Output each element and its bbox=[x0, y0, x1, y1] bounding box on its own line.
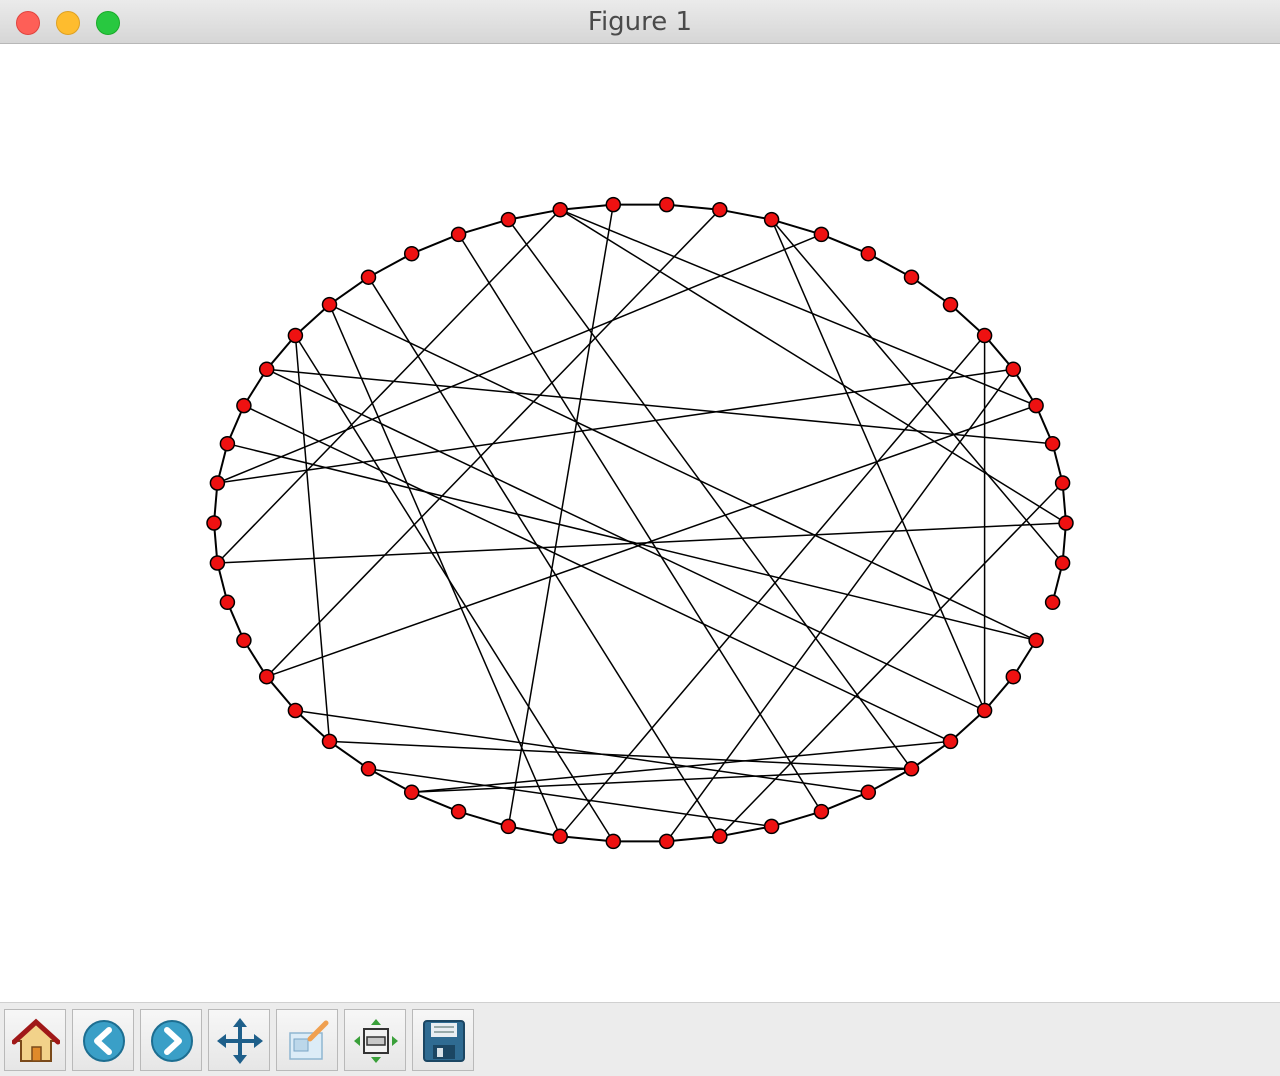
graph-edge bbox=[771, 218, 822, 236]
forward-arrow-icon bbox=[151, 1020, 193, 1062]
graph-node bbox=[763, 818, 780, 835]
graph-node bbox=[942, 296, 959, 313]
graph-node bbox=[450, 226, 467, 243]
graph-edge bbox=[458, 810, 509, 828]
pan-arrows-icon bbox=[217, 1018, 263, 1064]
graph-node bbox=[258, 361, 275, 378]
configure-subplots-button[interactable] bbox=[344, 1009, 406, 1071]
graph-edge bbox=[770, 219, 986, 711]
graph-node bbox=[236, 397, 252, 414]
graph-node bbox=[658, 196, 675, 213]
graph-node bbox=[500, 818, 517, 835]
graph-edge bbox=[217, 368, 1014, 484]
graph-node bbox=[500, 211, 517, 228]
graph-node bbox=[1005, 668, 1022, 685]
graph-node bbox=[1044, 435, 1061, 452]
graph-node bbox=[605, 196, 622, 213]
graph-node bbox=[450, 803, 467, 820]
graph-node bbox=[1028, 632, 1044, 649]
graph-node bbox=[219, 594, 236, 611]
home-button[interactable] bbox=[4, 1009, 66, 1071]
graph-node bbox=[1044, 594, 1061, 611]
pan-button[interactable] bbox=[208, 1009, 270, 1071]
graph-node bbox=[1054, 555, 1071, 571]
figure-window: Figure 1 bbox=[0, 0, 1280, 1076]
back-button[interactable] bbox=[72, 1009, 134, 1071]
network-graph bbox=[206, 196, 1074, 850]
graph-edge bbox=[216, 209, 561, 564]
graph-edge bbox=[771, 219, 1064, 564]
graph-node bbox=[209, 475, 226, 491]
graph-edge bbox=[227, 442, 1037, 642]
graph-node bbox=[360, 269, 377, 285]
graph-edge bbox=[666, 835, 720, 843]
graph-node bbox=[903, 269, 920, 285]
title-bar[interactable]: Figure 1 bbox=[0, 0, 1280, 44]
graph-edge bbox=[217, 233, 822, 484]
graph-edge bbox=[367, 276, 721, 837]
graph-node bbox=[942, 733, 959, 750]
graph-node bbox=[813, 226, 830, 243]
graph-node bbox=[321, 296, 338, 313]
subplots-icon bbox=[354, 1019, 398, 1063]
graph-edge bbox=[560, 835, 614, 843]
graph-edge bbox=[508, 825, 561, 838]
graph-node bbox=[860, 245, 877, 262]
graph-edge bbox=[560, 203, 614, 211]
home-icon bbox=[12, 1018, 60, 1062]
graph-node bbox=[287, 327, 304, 344]
graph-node bbox=[605, 833, 622, 850]
forward-button[interactable] bbox=[140, 1009, 202, 1071]
graph-node bbox=[236, 632, 252, 649]
navigation-toolbar bbox=[0, 1002, 1280, 1076]
graph-edges bbox=[213, 203, 1067, 843]
graph-node bbox=[976, 702, 993, 719]
graph-node bbox=[1054, 475, 1071, 491]
back-arrow-icon bbox=[83, 1020, 125, 1062]
graph-node bbox=[658, 833, 675, 850]
graph-edge bbox=[457, 234, 823, 812]
graph-node bbox=[219, 435, 236, 452]
graph-node bbox=[360, 761, 377, 777]
graph-edge bbox=[666, 203, 720, 211]
graph-node bbox=[403, 245, 420, 262]
graph-node bbox=[287, 702, 304, 719]
graph-node bbox=[1005, 361, 1022, 378]
graph-edge bbox=[295, 709, 869, 794]
graph-edge bbox=[411, 768, 912, 794]
graph-node bbox=[1028, 397, 1044, 414]
figure-canvas[interactable] bbox=[0, 44, 1280, 1002]
graph-node bbox=[552, 201, 568, 218]
graph-node bbox=[976, 327, 993, 344]
graph-node bbox=[712, 201, 728, 218]
graph-node bbox=[206, 515, 222, 531]
graph-edge bbox=[328, 304, 561, 837]
graph-edge bbox=[771, 810, 822, 828]
graph-node bbox=[209, 555, 226, 571]
zoom-button[interactable] bbox=[276, 1009, 338, 1071]
graph-edge bbox=[559, 209, 1067, 524]
graph-node bbox=[860, 784, 877, 801]
floppy-disk-icon bbox=[423, 1020, 465, 1062]
graph-node bbox=[258, 668, 275, 685]
window-title: Figure 1 bbox=[587, 7, 693, 37]
graph-node bbox=[712, 828, 728, 845]
graph-edge bbox=[719, 208, 772, 221]
graph-node bbox=[321, 733, 338, 750]
graph-edge bbox=[217, 522, 1067, 564]
graph-node bbox=[903, 761, 920, 777]
save-button[interactable] bbox=[412, 1009, 474, 1071]
graph-edge bbox=[458, 218, 509, 236]
graph-node bbox=[813, 803, 830, 820]
graph-node bbox=[403, 784, 420, 801]
graph-edge bbox=[294, 335, 614, 842]
graph-node bbox=[763, 211, 780, 228]
graph-node bbox=[552, 828, 568, 845]
graph-node bbox=[1058, 515, 1074, 531]
zoom-rect-icon bbox=[289, 1020, 329, 1060]
